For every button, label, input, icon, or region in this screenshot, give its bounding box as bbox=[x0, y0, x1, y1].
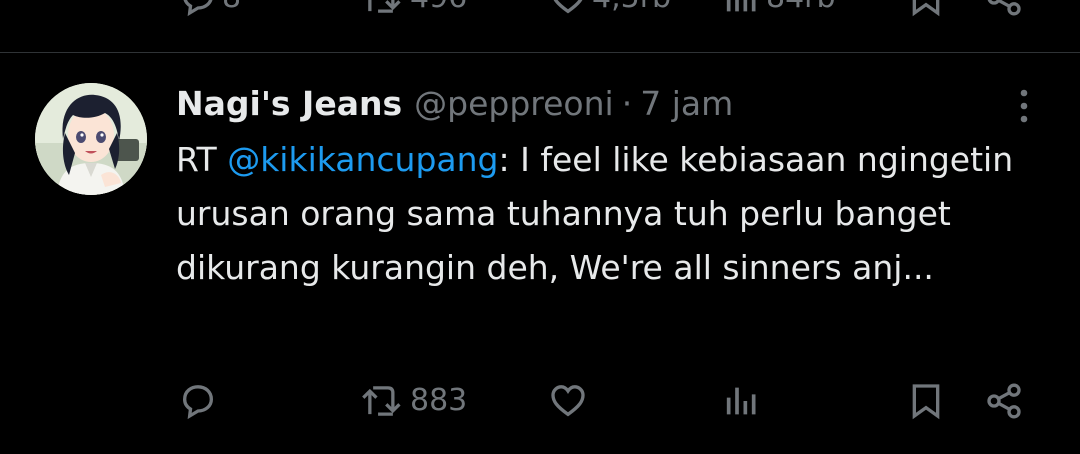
bookmark-button[interactable] bbox=[906, 381, 946, 421]
tweet-header: Nagi's Jeans @peppreoni · 7 jam bbox=[176, 81, 733, 125]
views-icon bbox=[726, 387, 756, 415]
mention-link[interactable]: @kikikancupang bbox=[227, 140, 498, 179]
bookmark-icon bbox=[912, 0, 940, 17]
more-icon bbox=[1020, 89, 1028, 123]
reply-icon bbox=[182, 385, 214, 420]
avatar[interactable] bbox=[35, 83, 147, 195]
bookmark-button[interactable] bbox=[906, 0, 946, 18]
separator-dot: · bbox=[621, 83, 633, 123]
retweet-button[interactable]: 496 bbox=[360, 0, 467, 18]
share-icon bbox=[987, 0, 1021, 16]
display-name[interactable]: Nagi's Jeans bbox=[176, 84, 402, 123]
views-button[interactable] bbox=[722, 381, 766, 421]
timestamp[interactable]: 7 jam bbox=[640, 84, 733, 123]
reply-button[interactable]: 8 bbox=[178, 0, 241, 18]
tweet[interactable]: Nagi's Jeans @peppreoni · 7 jam RT @kiki… bbox=[0, 53, 1080, 454]
retweet-prefix: RT bbox=[176, 140, 228, 179]
views-button[interactable]: 84rb bbox=[722, 0, 836, 18]
previous-tweet-actions: 8 496 4,5rb 84rb bbox=[0, 0, 1080, 53]
retweet-count: 883 bbox=[410, 383, 468, 418]
share-button[interactable] bbox=[984, 381, 1024, 421]
share-button[interactable] bbox=[984, 0, 1024, 18]
views-count: 84rb bbox=[766, 0, 836, 13]
retweet-count: 496 bbox=[410, 0, 467, 13]
like-button[interactable] bbox=[548, 381, 592, 421]
retweet-icon bbox=[368, 0, 401, 13]
views-icon bbox=[726, 0, 756, 12]
share-icon bbox=[987, 383, 1021, 419]
like-count: 4,5rb bbox=[592, 0, 671, 13]
retweet-icon bbox=[362, 386, 401, 416]
like-icon bbox=[551, 385, 585, 417]
user-handle[interactable]: @peppreoni bbox=[414, 84, 614, 123]
retweet-button[interactable]: 883 bbox=[360, 381, 467, 421]
reply-icon bbox=[183, 0, 213, 17]
tweet-text: RT @kikikancupang: I feel like kebiasaan… bbox=[176, 133, 1056, 295]
like-icon bbox=[553, 0, 583, 14]
reply-button[interactable] bbox=[178, 381, 222, 421]
bookmark-icon bbox=[912, 384, 940, 420]
avatar-image bbox=[35, 83, 147, 195]
reply-count: 8 bbox=[222, 0, 241, 13]
like-button[interactable]: 4,5rb bbox=[548, 0, 671, 18]
more-options-button[interactable] bbox=[1010, 86, 1038, 126]
